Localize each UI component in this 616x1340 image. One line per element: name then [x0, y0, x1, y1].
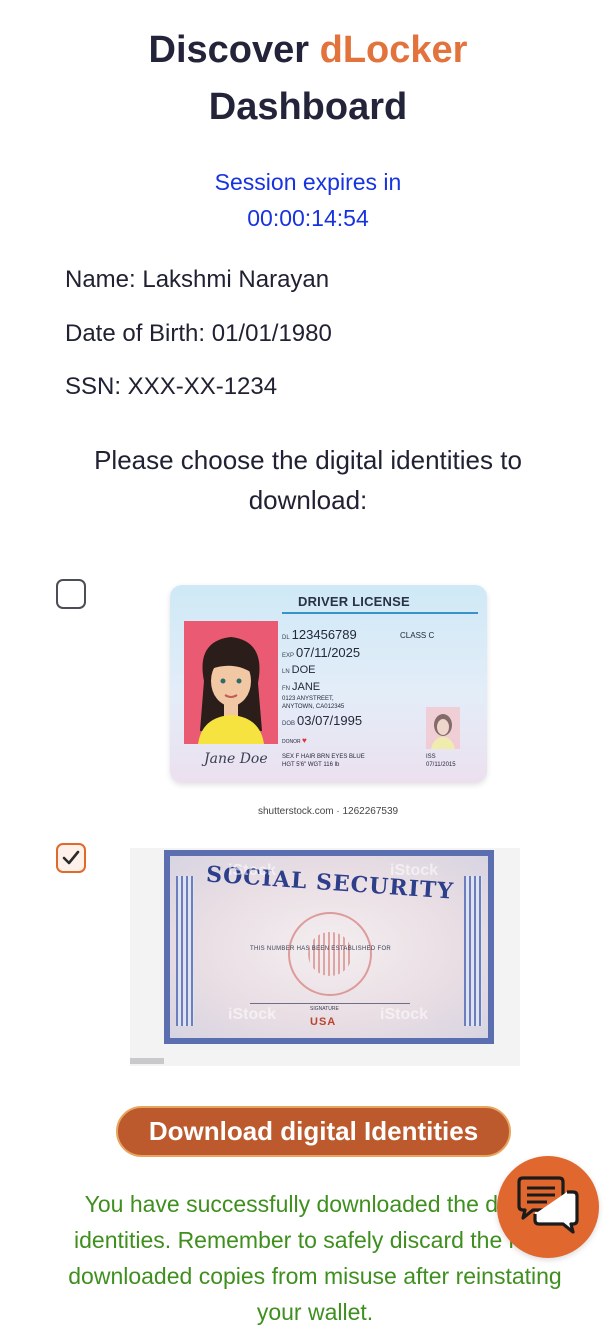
user-dob: Date of Birth: 01/01/1980: [65, 320, 332, 347]
session-label: Session expires in: [214, 169, 402, 195]
dl-ghost-portrait: [426, 707, 460, 749]
driver-license-card: DRIVER LICENSE DL 123456789 CLASS C EXP 07…: [170, 585, 487, 783]
session-timer: Session expires in 00:00:14:54: [0, 164, 616, 236]
ss-signature-label: SIGNATURE: [310, 1006, 339, 1012]
ss-watermark: iStock: [228, 862, 277, 879]
ss-usa: USA: [310, 1016, 337, 1028]
dl-signature: Jane Doe: [204, 751, 268, 767]
dl-first-name: FN JANE: [282, 681, 321, 693]
dl-class: CLASS C: [400, 631, 435, 640]
dl-portrait: [184, 621, 278, 744]
social-security-checkbox[interactable]: [56, 843, 86, 873]
success-message: You have successfully downloaded the dig…: [68, 1191, 562, 1325]
ss-watermark: iStock: [380, 1006, 429, 1023]
heart-icon: ♥: [302, 736, 307, 745]
dl-title-rule: [282, 612, 478, 614]
brand-name: dLocker: [319, 29, 468, 71]
dl-dob: DOB 03/07/1995: [282, 713, 363, 728]
dl-exp: EXP 07/11/2025: [282, 645, 361, 660]
driver-license-checkbox[interactable]: [56, 579, 86, 609]
session-time: 00:00:14:54: [247, 205, 369, 231]
ss-established-text: THIS NUMBER HAS BEEN ESTABLISHED FOR: [250, 946, 392, 952]
user-name: Name: Lakshmi Narayan: [65, 266, 330, 293]
ss-watermark: iStock: [228, 1006, 277, 1023]
social-security-card: SOCIAL SECURITY THIS NUMBER HAS BEEN EST…: [164, 850, 494, 1044]
dl-issued: ISS 07/11/2015: [426, 754, 456, 768]
image-caption: shutterstock.com · 1262267539: [258, 806, 399, 817]
title-suffix: Dashboard: [208, 86, 408, 128]
chat-button[interactable]: [497, 1156, 599, 1258]
dl-number: DL 123456789: [282, 627, 357, 642]
chat-bubbles-icon: [517, 1176, 579, 1234]
page-title: Discover dLocker Dashboard: [0, 22, 616, 136]
ss-right-pillar: [464, 876, 482, 1026]
title-prefix: Discover: [148, 29, 320, 71]
choose-prompt: Please choose the digital identities to …: [94, 445, 522, 515]
dl-donor: DONOR ♥: [282, 736, 307, 745]
ss-left-pillar: [176, 876, 194, 1026]
dl-card-title: DRIVER LICENSE: [298, 594, 410, 609]
image-footer-bar: [130, 1058, 164, 1064]
dl-last-name: LN DOE: [282, 664, 316, 676]
ss-seal: [288, 912, 372, 996]
ss-signature-line: [250, 1003, 410, 1004]
dl-physical: SEX F HAIR BRN EYES BLUE HGT 5'6" WGT 116…: [282, 754, 365, 768]
download-identities-button[interactable]: Download digital Identities: [116, 1106, 511, 1157]
ss-watermark: iStock: [390, 862, 439, 879]
user-ssn: SSN: XXX-XX-1234: [65, 373, 278, 400]
dl-address: 0123 ANYSTREET, ANYTOWN, CA012345: [282, 696, 345, 710]
checkmark-icon: [62, 850, 80, 865]
